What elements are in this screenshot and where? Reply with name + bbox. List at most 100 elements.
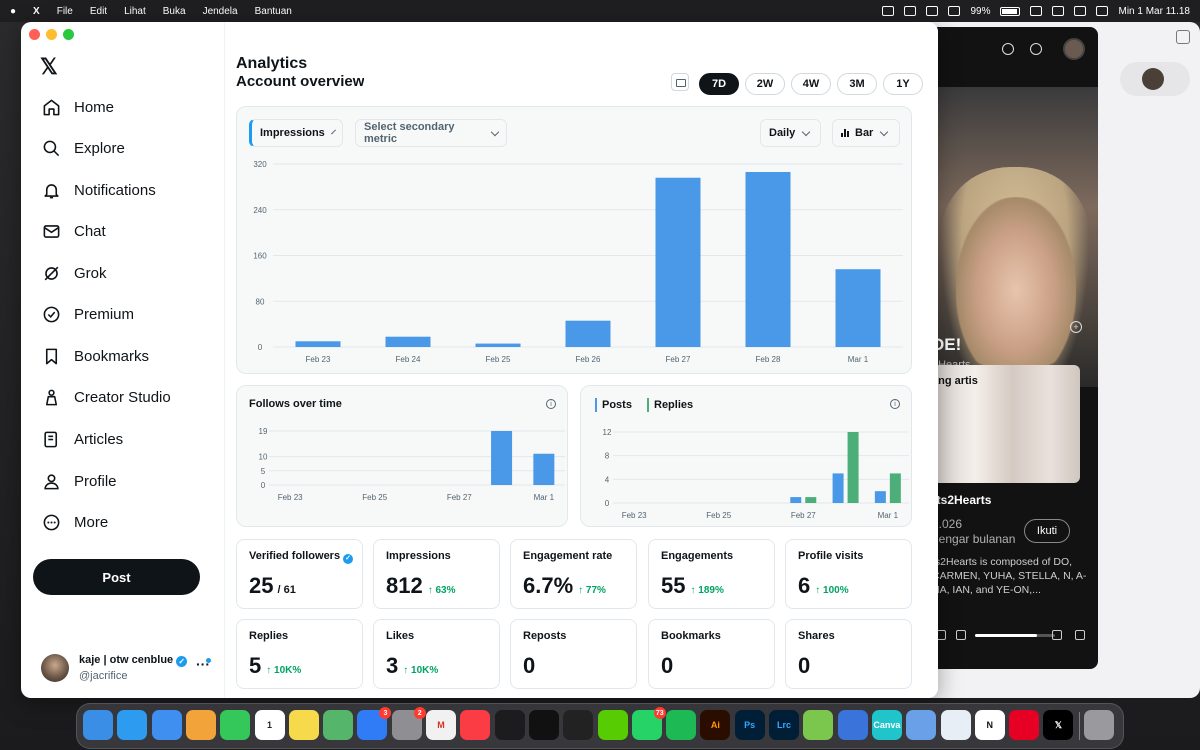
nav-chat[interactable]: Chat xyxy=(41,213,106,249)
tab-2w[interactable]: 2W xyxy=(745,73,785,95)
chart-bar[interactable] xyxy=(832,473,844,503)
chart-bar[interactable] xyxy=(533,453,555,485)
info-icon[interactable]: i xyxy=(546,399,556,409)
stat-likes[interactable]: Likes 3 ↑ 10K% xyxy=(373,619,500,689)
dock-app-n-icon[interactable] xyxy=(940,710,971,740)
menu-file[interactable]: File xyxy=(57,6,73,17)
dock-threads-icon[interactable] xyxy=(528,710,559,740)
nav-home[interactable]: Home xyxy=(41,89,114,125)
battery-icon[interactable] xyxy=(1000,6,1021,16)
info-icon[interactable]: i xyxy=(890,399,900,409)
chart-bar[interactable] xyxy=(790,497,802,503)
tab-4w[interactable]: 4W xyxy=(791,73,831,95)
stat-bookmarks[interactable]: Bookmarks 0 xyxy=(648,619,775,689)
calendar-icon[interactable] xyxy=(671,73,689,91)
dock-capcut-icon[interactable] xyxy=(563,710,594,740)
dock-canva-icon[interactable]: Canva xyxy=(871,710,902,740)
add-icon[interactable]: + xyxy=(1070,321,1082,333)
miniplayer-icon[interactable] xyxy=(1052,630,1062,640)
dock-gmail-icon[interactable]: M xyxy=(426,710,456,740)
dock-notes-icon[interactable] xyxy=(288,710,319,740)
tab-3m[interactable]: 3M xyxy=(837,73,877,95)
dock-maps-icon[interactable] xyxy=(323,710,354,740)
dock-preview-icon[interactable] xyxy=(906,710,937,740)
stat-replies[interactable]: Replies 5 ↑ 10K% xyxy=(236,619,363,689)
control-center-icon[interactable] xyxy=(1030,6,1043,16)
artist-name[interactable]: rts2Hearts xyxy=(932,493,991,507)
stat-profile-visits[interactable]: Profile visits 6 ↑ 100% xyxy=(785,539,912,609)
volume-icon[interactable] xyxy=(956,630,966,640)
dock-calendar-icon[interactable]: 1 xyxy=(254,710,285,740)
dock-duolingo-icon[interactable] xyxy=(597,710,628,740)
stat-shares[interactable]: Shares 0 xyxy=(785,619,912,689)
menu-view[interactable]: Lihat xyxy=(124,6,146,17)
post-button[interactable]: Post xyxy=(33,559,200,595)
menubar-app-name[interactable]: X xyxy=(33,6,40,17)
secondary-metric-select[interactable]: Select secondary metric xyxy=(355,119,507,147)
account-switcher[interactable]: kaje | otw cenblue ✓ @jacrifice ··· xyxy=(41,652,216,688)
dock-lightroom-icon[interactable]: Lrc xyxy=(769,710,799,740)
wifi-icon[interactable] xyxy=(1052,6,1065,16)
stat-verified-followers[interactable]: Verified followers ✓ 25/ 61 xyxy=(236,539,363,609)
nav-premium[interactable]: Premium xyxy=(41,296,134,332)
nav-grok[interactable]: Grok xyxy=(41,255,107,291)
dock-pinterest-icon[interactable] xyxy=(1009,710,1040,740)
nav-articles[interactable]: Articles xyxy=(41,421,123,457)
bell-icon[interactable] xyxy=(1002,43,1014,55)
dock-music-icon[interactable] xyxy=(460,710,491,740)
chart-bar[interactable] xyxy=(491,431,513,485)
chart-type-select[interactable]: Bar xyxy=(832,119,900,147)
nav-profile[interactable]: Profile xyxy=(41,463,117,499)
chart-bar[interactable] xyxy=(874,491,886,503)
notion-status-icon[interactable] xyxy=(882,6,895,16)
x-logo[interactable]: 𝕏 xyxy=(40,54,58,80)
nav-more[interactable]: More xyxy=(41,504,108,540)
chart-bar[interactable] xyxy=(805,497,817,503)
nav-explore[interactable]: Explore xyxy=(41,130,125,166)
friends-icon[interactable] xyxy=(1030,43,1042,55)
play-status-icon[interactable] xyxy=(904,6,917,16)
spotlight-search-icon[interactable] xyxy=(1074,6,1087,16)
menubar-clock[interactable]: Min 1 Mar 11.18 xyxy=(1118,6,1190,17)
stat-impressions[interactable]: Impressions 812 ↑ 63% xyxy=(373,539,500,609)
chart-bar[interactable] xyxy=(565,320,611,347)
nav-notifications[interactable]: Notifications xyxy=(41,172,156,208)
apple-icon[interactable]: ● xyxy=(10,6,16,17)
chart-bar[interactable] xyxy=(295,341,341,347)
background-avatar[interactable] xyxy=(1142,68,1164,90)
stat-engagement-rate[interactable]: Engagement rate 6.7% ↑ 77% xyxy=(510,539,637,609)
dock-whatsapp-icon[interactable]: 73 xyxy=(631,707,666,740)
stat-reposts[interactable]: Reposts 0 xyxy=(510,619,637,689)
tab-1y[interactable]: 1Y xyxy=(883,73,923,95)
dock-app-store-icon[interactable]: 3 xyxy=(357,707,392,740)
tab-7d[interactable]: 7D xyxy=(699,73,739,95)
siri-icon[interactable] xyxy=(1096,6,1109,16)
dock-scrobble-icon[interactable] xyxy=(837,710,868,740)
dock-photoshop-icon[interactable]: Ps xyxy=(734,710,765,740)
stat-engagements[interactable]: Engagements 55 ↑ 189% xyxy=(648,539,775,609)
menu-help[interactable]: Bantuan xyxy=(255,6,292,17)
dock-messages-icon[interactable] xyxy=(220,710,251,740)
dock-notion-icon[interactable]: N xyxy=(974,710,1005,740)
chart-bar[interactable] xyxy=(385,336,431,347)
share-icon[interactable] xyxy=(1176,30,1190,44)
about-artist-image[interactable]: ang artis xyxy=(930,365,1080,483)
nav-creator-studio[interactable]: Creator Studio xyxy=(41,379,171,415)
fullscreen-icon[interactable] xyxy=(1075,630,1085,640)
spotify-avatar[interactable] xyxy=(1063,38,1085,60)
dock-spotify-icon[interactable] xyxy=(666,710,697,740)
dock-x-icon[interactable]: 𝕏 xyxy=(1043,710,1074,740)
menu-window[interactable]: Jendela xyxy=(203,6,238,17)
airplay-icon[interactable] xyxy=(948,6,961,16)
granularity-select[interactable]: Daily xyxy=(760,119,821,147)
chart-bar[interactable] xyxy=(835,269,881,347)
dock-illustrator-icon[interactable]: Ai xyxy=(700,710,731,740)
dock-capcut-tools-icon[interactable] xyxy=(494,710,525,740)
chart-bar[interactable] xyxy=(655,177,701,347)
chart-bar[interactable] xyxy=(847,432,859,503)
dock-safari-icon[interactable] xyxy=(117,710,148,740)
dock-settings-icon[interactable]: 2 xyxy=(391,707,426,740)
primary-metric-select[interactable]: Impressions xyxy=(249,119,343,147)
dock-trash-icon[interactable] xyxy=(1083,710,1114,740)
dock-photos-icon[interactable] xyxy=(185,710,216,740)
